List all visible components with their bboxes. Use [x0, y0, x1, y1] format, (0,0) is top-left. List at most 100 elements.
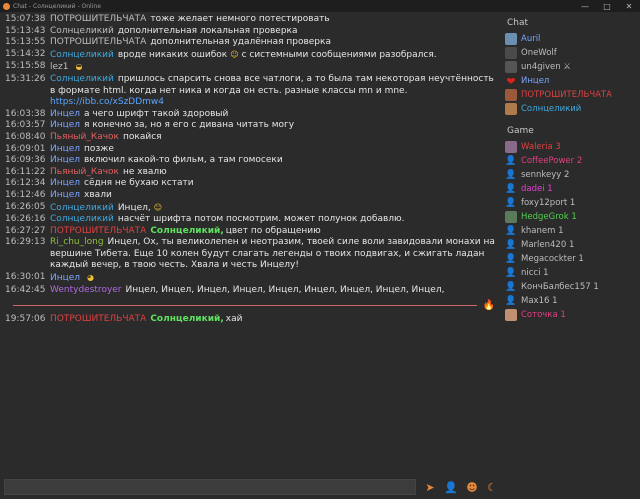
user-list-item[interactable]: Солнцеликий	[505, 102, 640, 116]
message-author[interactable]: Инцел	[50, 120, 80, 130]
user-name: Солнцеликий	[521, 104, 582, 114]
send-button[interactable]: ➤	[422, 479, 438, 495]
user-list-item[interactable]: HedgeGrok 1	[505, 210, 640, 224]
user-name: Соточка 1	[521, 310, 566, 320]
message-mention[interactable]: Солнцеликий,	[150, 226, 223, 236]
new-messages-divider: 🔥	[5, 298, 495, 312]
chat-log[interactable]: 15:07:38 ПОТРОШИТЕЛЬЧАТА тоже желает немно…	[5, 14, 495, 474]
avatar-image	[505, 61, 517, 73]
game-user-list: Waleria 3 👤 CoffeePower 2 👤 sennkeyy 2 👤 dadei…	[503, 140, 640, 322]
message-time: 16:11:22	[5, 166, 46, 177]
avatar: 👤	[505, 267, 517, 279]
message-text: тоже желает немного потестировать	[150, 14, 330, 24]
message-text: позже	[84, 143, 114, 154]
user-list-item[interactable]: 👤 Max16 1	[505, 294, 640, 308]
user-name: ПОТРОШИТЕЛЬЧАТА	[521, 90, 612, 100]
chat-message: 15:14:32 Солнцеликий вроде никаких ошибок ☺…	[5, 49, 495, 62]
chat-message: 16:12:46 Инцел хвали	[5, 190, 495, 202]
message-body: ПОТРОШИТЕЛЬЧАТА дополнительная удалённая …	[45, 37, 495, 49]
smile-icon: ☺	[230, 49, 239, 59]
avatar	[505, 33, 517, 45]
chat-message: 16:29:13 Ri_chu_long Инцел, Ох, ты великол…	[5, 237, 495, 272]
message-link[interactable]: https://ibb.co/xSzDDmw4	[50, 97, 164, 107]
message-text: а чего шрифт такой здоровый	[84, 108, 229, 119]
user-list-item[interactable]: 👤 dadei 1	[505, 182, 640, 196]
message-author[interactable]: Солнцеликий	[50, 74, 114, 84]
user-icon[interactable]: 👤	[443, 479, 459, 495]
message-author[interactable]: Wentydestroyer	[50, 285, 122, 295]
maximize-button[interactable]: □	[596, 0, 618, 12]
message-body: Инцел сёдня не бухаю кстати	[45, 178, 495, 190]
message-author[interactable]: lez1	[50, 62, 69, 72]
message-time: 16:12:34	[5, 178, 46, 189]
heart-icon: ❤	[506, 74, 516, 88]
message-author[interactable]: Инцел	[50, 178, 80, 188]
message-time: 16:09:01	[5, 143, 46, 154]
message-author[interactable]: ПОТРОШИТЕЛЬЧАТА	[50, 314, 146, 324]
person-icon: 👤	[505, 170, 517, 180]
user-list-item[interactable]: ПОТРОШИТЕЛЬЧАТА	[505, 88, 640, 102]
person-icon: 👤	[505, 282, 517, 292]
message-author[interactable]: Инцел	[50, 273, 80, 283]
avatar-image	[505, 103, 517, 115]
user-list-item[interactable]: 👤 foxy12port 1	[505, 196, 640, 210]
message-author[interactable]: Инцел	[50, 109, 80, 119]
chat-message: 16:09:01 Инцел позже	[5, 144, 495, 156]
message-body: Солнцеликий насчёт шрифта потом посмотрим…	[45, 214, 495, 226]
message-author[interactable]: ПОТРОШИТЕЛЬЧАТА	[50, 226, 146, 236]
avatar: 👤	[505, 239, 517, 251]
message-body: Инцел я конечно за, но я его с дивана чит…	[45, 120, 495, 132]
message-author[interactable]: Солнцеликий	[50, 50, 114, 60]
avatar	[505, 103, 517, 115]
user-name: foxy12port 1	[521, 198, 576, 208]
user-list-item[interactable]: un4given ⚔	[505, 60, 640, 74]
user-name: Инцел	[521, 76, 550, 86]
message-time: 16:42:45	[5, 284, 46, 295]
message-text: вроде никаких ошибок	[117, 49, 228, 60]
message-author[interactable]: ПОТРОШИТЕЛЬЧАТА	[50, 37, 146, 47]
user-list-item[interactable]: Соточка 1	[505, 308, 640, 322]
minimize-button[interactable]: —	[574, 0, 596, 12]
message-text: не хвалю	[123, 166, 167, 177]
message-author[interactable]: Ri_chu_long	[50, 237, 104, 247]
user-list-item[interactable]: OneWolf	[505, 46, 640, 60]
user-list-item[interactable]: 👤 Megacockter 1	[505, 252, 640, 266]
user-list-item[interactable]: 👤 Marlen420 1	[505, 238, 640, 252]
message-author[interactable]: Инцел	[50, 144, 80, 154]
emoji-icon[interactable]: ☻	[464, 479, 480, 495]
message-body: Инцел хвали	[45, 190, 495, 202]
user-list-item[interactable]: 👤 nicci 1	[505, 266, 640, 280]
message-input[interactable]	[4, 479, 416, 495]
message-author[interactable]: Пьяный_Качок	[50, 167, 119, 177]
close-button[interactable]: ✕	[618, 0, 640, 12]
chat-message: 16:30:01 Инцел ◕	[5, 272, 495, 285]
user-list-item[interactable]: 👤 CoffeePower 2	[505, 154, 640, 168]
message-author[interactable]: Солнцеликий	[50, 214, 114, 224]
message-author[interactable]: Инцел	[50, 155, 80, 165]
person-icon: 👤	[505, 226, 517, 236]
message-author[interactable]: Инцел	[50, 190, 80, 200]
user-list-item[interactable]: Auril	[505, 32, 640, 46]
message-text: я конечно за, но я его с дивана читать м…	[84, 120, 295, 131]
message-author[interactable]: Солнцеликий	[50, 26, 114, 36]
user-list-item[interactable]: ❤ Инцел	[505, 74, 640, 88]
message-time: 16:08:40	[5, 131, 46, 142]
message-time: 16:27:27	[5, 225, 46, 236]
message-text: дополнительная удалённая проверка	[150, 37, 331, 48]
user-list-item[interactable]: 👤 khanem 1	[505, 224, 640, 238]
user-list-item[interactable]: 👤 sennkeyy 2	[505, 168, 640, 182]
user-list-item[interactable]: Waleria 3	[505, 140, 640, 154]
message-author[interactable]: Пьяный_Качок	[50, 132, 119, 142]
user-sidebar: Chat Auril OneWolf un4given ⚔ ❤ Инцел ПОТРОШИ…	[503, 14, 640, 474]
theme-icon[interactable]: ☾	[484, 479, 500, 495]
avatar: 👤	[505, 281, 517, 293]
message-author[interactable]: Солнцеликий	[50, 203, 114, 213]
chat-message: 15:07:38 ПОТРОШИТЕЛЬЧАТА тоже желает немно…	[5, 14, 495, 26]
avatar-image	[505, 309, 517, 321]
user-name: un4given ⚔	[521, 62, 571, 72]
message-mention[interactable]: Солнцеликий,	[150, 314, 223, 324]
message-author[interactable]: ПОТРОШИТЕЛЬЧАТА	[50, 14, 146, 24]
title-bar: Chat - Солнцеликий - Online — □ ✕	[0, 0, 640, 12]
avatar: ❤	[505, 74, 517, 88]
user-list-item[interactable]: 👤 КончБалбес157 1	[505, 280, 640, 294]
